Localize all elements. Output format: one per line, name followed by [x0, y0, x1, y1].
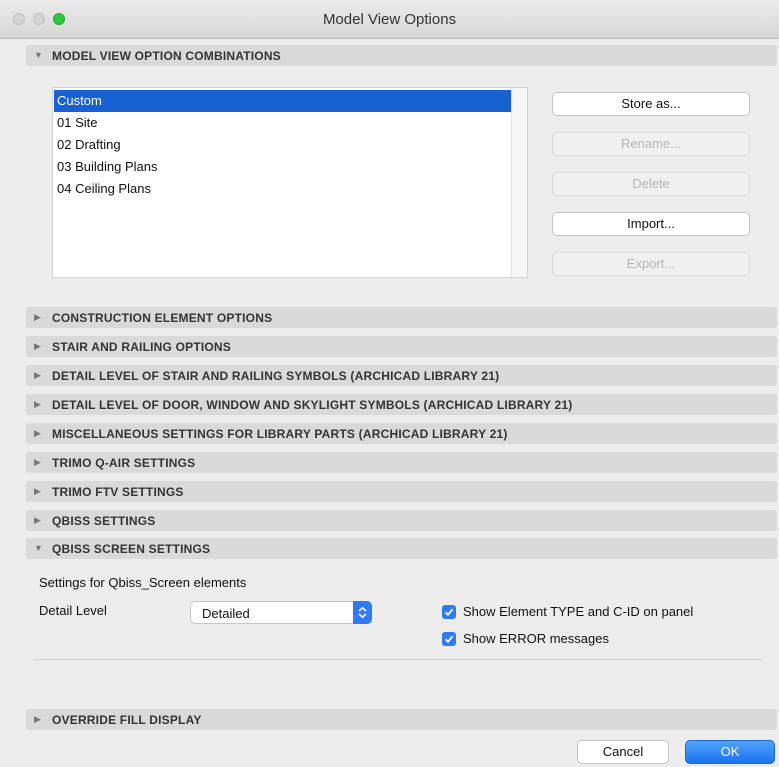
section-label: STAIR AND RAILING OPTIONS [52, 340, 231, 354]
triangle-right-icon: ▶ [34, 370, 41, 380]
show-error-messages-checkbox[interactable] [442, 632, 456, 646]
triangle-right-icon: ▶ [34, 341, 41, 351]
chevron-updown-icon [353, 601, 372, 624]
triangle-right-icon: ▶ [34, 457, 41, 467]
triangle-down-icon: ▼ [34, 543, 43, 553]
rename-button[interactable]: Rename... [552, 132, 750, 156]
detail-level-value: Detailed [202, 606, 250, 621]
section-qbiss-settings[interactable]: ▶ QBISS SETTINGS [26, 510, 777, 531]
section-label: DETAIL LEVEL OF DOOR, WINDOW AND SKYLIGH… [52, 398, 573, 412]
triangle-right-icon: ▶ [34, 515, 41, 525]
list-item-drafting[interactable]: 02 Drafting [54, 134, 512, 156]
list-item-custom[interactable]: Custom [54, 90, 512, 112]
export-button[interactable]: Export... [552, 252, 750, 276]
checkmark-icon [444, 608, 454, 617]
triangle-right-icon: ▶ [34, 399, 41, 409]
section-trimo-q-air[interactable]: ▶ TRIMO Q-AIR SETTINGS [26, 452, 777, 473]
detail-level-label: Detail Level [39, 603, 107, 618]
section-stair-railing-symbols[interactable]: ▶ DETAIL LEVEL OF STAIR AND RAILING SYMB… [26, 365, 777, 386]
triangle-right-icon: ▶ [34, 312, 41, 322]
section-model-view-option-combinations[interactable]: ▼ MODEL VIEW OPTION COMBINATIONS [26, 45, 777, 66]
section-door-window-skylight-symbols[interactable]: ▶ DETAIL LEVEL OF DOOR, WINDOW AND SKYLI… [26, 394, 777, 415]
triangle-right-icon: ▶ [34, 486, 41, 496]
show-element-type-checkbox[interactable] [442, 605, 456, 619]
section-miscellaneous-library-parts[interactable]: ▶ MISCELLANEOUS SETTINGS FOR LIBRARY PAR… [26, 423, 777, 444]
list-item-building-plans[interactable]: 03 Building Plans [54, 156, 512, 178]
import-button[interactable]: Import... [552, 212, 750, 236]
triangle-right-icon: ▶ [34, 428, 41, 438]
section-label: QBISS SETTINGS [52, 514, 156, 528]
section-stair-and-railing-options[interactable]: ▶ STAIR AND RAILING OPTIONS [26, 336, 777, 357]
section-trimo-ftv[interactable]: ▶ TRIMO FTV SETTINGS [26, 481, 777, 502]
detail-level-select[interactable]: Detailed [190, 601, 372, 624]
section-label: DETAIL LEVEL OF STAIR AND RAILING SYMBOL… [52, 369, 500, 383]
show-error-messages-label: Show ERROR messages [463, 631, 609, 646]
section-label: TRIMO FTV SETTINGS [52, 485, 184, 499]
cancel-button[interactable]: Cancel [577, 740, 669, 764]
section-label: QBISS SCREEN SETTINGS [52, 542, 211, 556]
combinations-list[interactable]: Custom 01 Site 02 Drafting 03 Building P… [52, 87, 528, 278]
ok-button[interactable]: OK [685, 740, 775, 764]
list-item-site[interactable]: 01 Site [54, 112, 512, 134]
section-qbiss-screen-settings[interactable]: ▼ QBISS SCREEN SETTINGS [26, 538, 777, 559]
section-label: MISCELLANEOUS SETTINGS FOR LIBRARY PARTS… [52, 427, 508, 441]
delete-button[interactable]: Delete [552, 172, 750, 196]
divider [34, 659, 763, 660]
qbiss-screen-description: Settings for Qbiss_Screen elements [39, 575, 247, 590]
section-label: CONSTRUCTION ELEMENT OPTIONS [52, 311, 273, 325]
show-element-type-label: Show Element TYPE and C-ID on panel [463, 604, 694, 619]
window-title: Model View Options [322, 11, 457, 28]
section-construction-element-options[interactable]: ▶ CONSTRUCTION ELEMENT OPTIONS [26, 307, 777, 328]
section-label: TRIMO Q-AIR SETTINGS [52, 456, 196, 470]
store-as-button[interactable]: Store as... [552, 92, 750, 116]
triangle-down-icon: ▼ [34, 50, 43, 60]
checkmark-icon [444, 635, 454, 644]
section-label: OVERRIDE FILL DISPLAY [52, 713, 202, 727]
triangle-right-icon: ▶ [34, 714, 41, 724]
section-label: MODEL VIEW OPTION COMBINATIONS [52, 49, 281, 63]
title-bar: Model View Options [0, 0, 779, 39]
list-item-ceiling-plans[interactable]: 04 Ceiling Plans [54, 178, 512, 200]
section-override-fill-display[interactable]: ▶ OVERRIDE FILL DISPLAY [26, 709, 777, 730]
list-scrollbar[interactable] [511, 88, 527, 277]
